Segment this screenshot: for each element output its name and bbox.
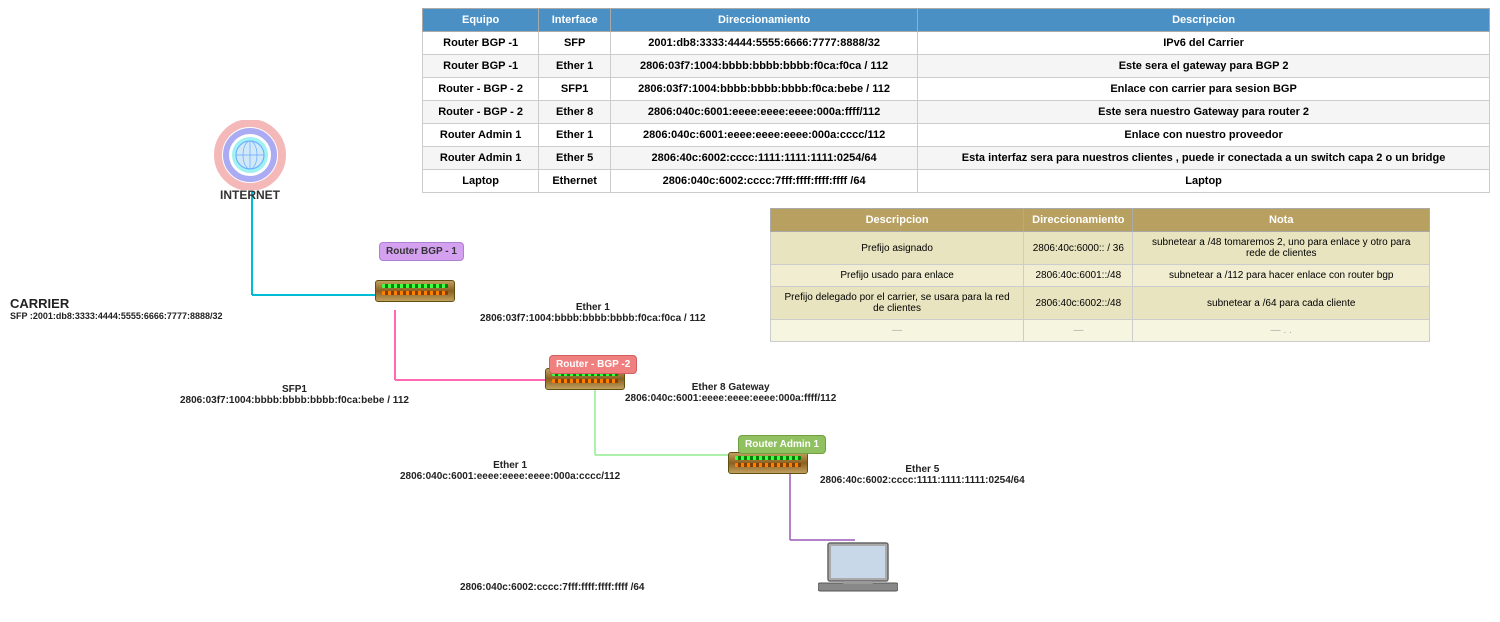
cell-descripcion: Esta interfaz sera para nuestros cliente… xyxy=(918,147,1490,170)
cell-descripcion: Este sera nuestro Gateway para router 2 xyxy=(918,101,1490,124)
router-bgp1-device xyxy=(375,280,455,302)
table-row: ——— . . xyxy=(771,320,1430,342)
cell-direccionamiento: 2806:040c:6001:eeee:eeee:eeee:000a:ffff/… xyxy=(611,101,918,124)
cell-descripcion: IPv6 del Carrier xyxy=(918,32,1490,55)
table-row: Router Admin 1Ether 12806:040c:6001:eeee… xyxy=(423,124,1490,147)
cell-interface: Ether 5 xyxy=(539,147,611,170)
sfp1-info: SFP1 2806:03f7:1004:bbbb:bbbb:bbbb:f0ca:… xyxy=(180,384,409,406)
router-bgp1-label: Router BGP - 1 xyxy=(379,242,464,261)
cell2-direccionamiento: 2806:40c:6000:: / 36 xyxy=(1024,232,1133,265)
cell-equipo: Router - BGP - 2 xyxy=(423,101,539,124)
col2-header-descripcion: Descripcion xyxy=(771,209,1024,232)
cell2-direccionamiento: 2806:40c:6002::/48 xyxy=(1024,287,1133,320)
cell-equipo: Laptop xyxy=(423,170,539,193)
laptop-device xyxy=(818,541,898,604)
cell-descripcion: Laptop xyxy=(918,170,1490,193)
cell2-nota: subnetear a /64 para cada cliente xyxy=(1133,287,1430,320)
cell-descripcion: Enlace con nuestro proveedor xyxy=(918,124,1490,147)
cell-direccionamiento: 2806:03f7:1004:bbbb:bbbb:bbbb:f0ca:bebe … xyxy=(611,78,918,101)
cell2-direccionamiento: 2806:40c:6001::/48 xyxy=(1024,265,1133,287)
main-routing-table: Equipo Interface Direccionamiento Descri… xyxy=(422,8,1490,193)
ether5-info: Ether 5 2806:40c:6002:cccc:1111:1111:111… xyxy=(820,464,1025,486)
table-row: Prefijo delegado por el carrier, se usar… xyxy=(771,287,1430,320)
table-row: Prefijo usado para enlace2806:40c:6001::… xyxy=(771,265,1430,287)
table-row: Router - BGP - 2SFP12806:03f7:1004:bbbb:… xyxy=(423,78,1490,101)
ether1-admin1-info: Ether 1 2806:040c:6001:eeee:eeee:eeee:00… xyxy=(400,460,620,482)
router-admin1-label: Router Admin 1 xyxy=(738,435,826,454)
internet-cloud: INTERNET xyxy=(195,120,305,202)
col2-header-nota: Nota xyxy=(1133,209,1430,232)
table-row: Router Admin 1Ether 52806:40c:6002:cccc:… xyxy=(423,147,1490,170)
col-header-interface: Interface xyxy=(539,9,611,32)
cell-descripcion: Este sera el gateway para BGP 2 xyxy=(918,55,1490,78)
ether1-bgp1-info: Ether 1 2806:03f7:1004:bbbb:bbbb:bbbb:f0… xyxy=(480,302,706,324)
table-row: LaptopEthernet2806:040c:6002:cccc:7fff:f… xyxy=(423,170,1490,193)
cell-direccionamiento: 2806:040c:6001:eeee:eeee:eeee:000a:cccc/… xyxy=(611,124,918,147)
prefix-table: Descripcion Direccionamiento Nota Prefij… xyxy=(770,208,1430,342)
cell-interface: Ether 1 xyxy=(539,124,611,147)
cloud-svg xyxy=(195,120,305,190)
cell-descripcion: Enlace con carrier para sesion BGP xyxy=(918,78,1490,101)
cell-equipo: Router BGP -1 xyxy=(423,55,539,78)
cell2-direccionamiento: — xyxy=(1024,320,1133,342)
cell2-nota: subnetear a /48 tomaremos 2, uno para en… xyxy=(1133,232,1430,265)
cell-equipo: Router BGP -1 xyxy=(423,32,539,55)
cell-equipo: Router Admin 1 xyxy=(423,124,539,147)
internet-label: INTERNET xyxy=(195,188,305,202)
cell-equipo: Router - BGP - 2 xyxy=(423,78,539,101)
cell-direccionamiento: 2001:db8:3333:4444:5555:6666:7777:8888/3… xyxy=(611,32,918,55)
cell-interface: Ether 1 xyxy=(539,55,611,78)
cell-direccionamiento: 2806:03f7:1004:bbbb:bbbb:bbbb:f0ca:f0ca … xyxy=(611,55,918,78)
carrier-label: CARRIER SFP :2001:db8:3333:4444:5555:666… xyxy=(10,296,222,322)
laptop-addr: 2806:040c:6002:cccc:7fff:ffff:ffff:ffff … xyxy=(460,582,645,593)
col-header-direccionamiento: Direccionamiento xyxy=(611,9,918,32)
table-row: Prefijo asignado2806:40c:6000:: / 36subn… xyxy=(771,232,1430,265)
router-bgp2-label: Router - BGP -2 xyxy=(549,355,637,374)
cell-direccionamiento: 2806:040c:6002:cccc:7fff:ffff:ffff:ffff … xyxy=(611,170,918,193)
table-row: Router - BGP - 2Ether 82806:040c:6001:ee… xyxy=(423,101,1490,124)
cell-equipo: Router Admin 1 xyxy=(423,147,539,170)
cell-interface: SFP1 xyxy=(539,78,611,101)
table-row: Router BGP -1SFP2001:db8:3333:4444:5555:… xyxy=(423,32,1490,55)
cell2-nota: subnetear a /112 para hacer enlace con r… xyxy=(1133,265,1430,287)
cell2-descripcion: Prefijo usado para enlace xyxy=(771,265,1024,287)
cell-interface: Ether 8 xyxy=(539,101,611,124)
cell-interface: Ethernet xyxy=(539,170,611,193)
ether8-info: Ether 8 Gateway 2806:040c:6001:eeee:eeee… xyxy=(625,382,836,404)
cell2-descripcion: — xyxy=(771,320,1024,342)
cell-interface: SFP xyxy=(539,32,611,55)
cell-direccionamiento: 2806:40c:6002:cccc:1111:1111:1111:0254/6… xyxy=(611,147,918,170)
router-admin1-device xyxy=(728,452,808,474)
table-row: Router BGP -1Ether 12806:03f7:1004:bbbb:… xyxy=(423,55,1490,78)
col2-header-direccionamiento: Direccionamiento xyxy=(1024,209,1133,232)
cell2-nota: — . . xyxy=(1133,320,1430,342)
col-header-descripcion: Descripcion xyxy=(918,9,1490,32)
col-header-equipo: Equipo xyxy=(423,9,539,32)
cell2-descripcion: Prefijo asignado xyxy=(771,232,1024,265)
cell2-descripcion: Prefijo delegado por el carrier, se usar… xyxy=(771,287,1024,320)
